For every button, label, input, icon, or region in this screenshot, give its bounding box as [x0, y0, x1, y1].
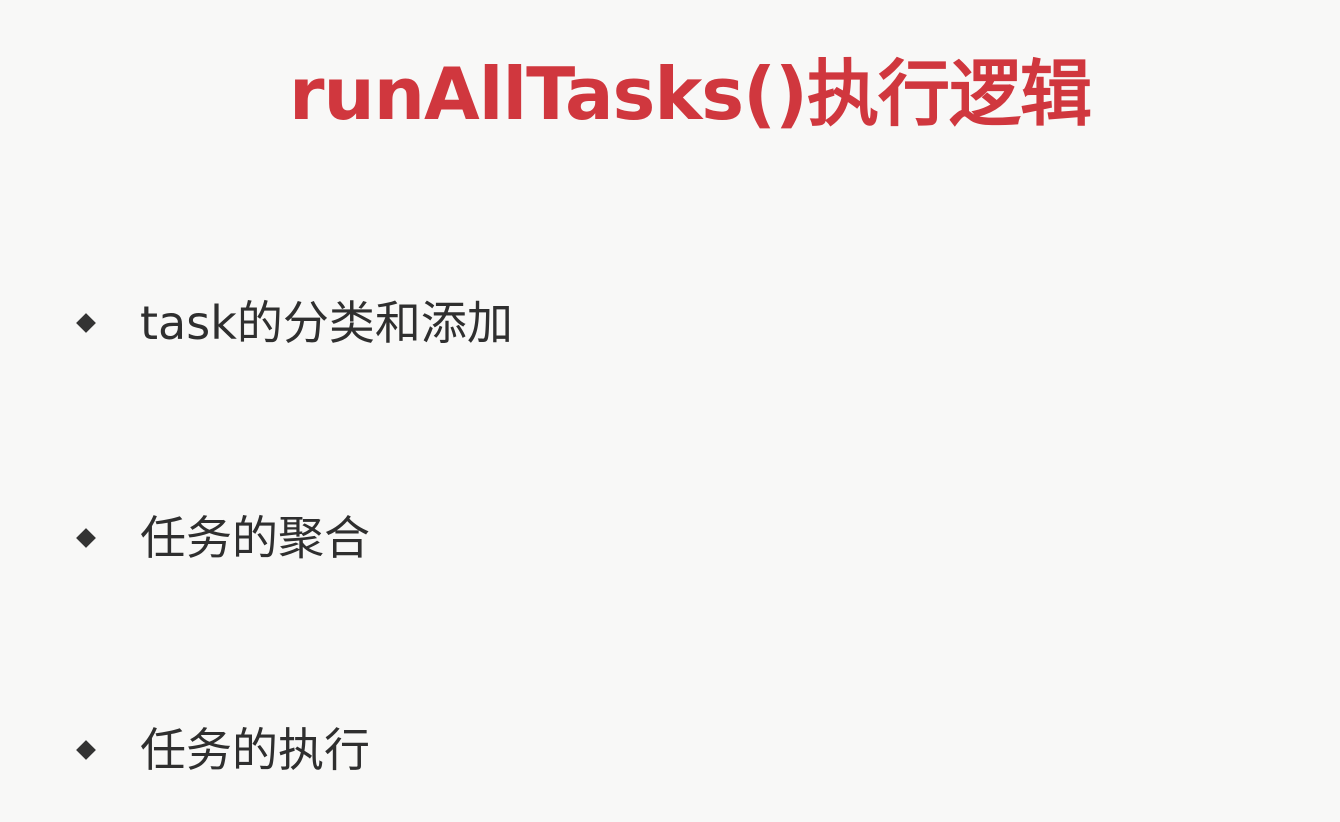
diamond-bullet-icon — [76, 740, 96, 760]
diamond-shape — [76, 528, 96, 548]
slide: runAllTasks()执行逻辑 task的分类和添加 任务的聚合 任务的执行 — [0, 0, 1340, 822]
list-item: 任务的执行 — [76, 720, 370, 780]
bullet-text: task的分类和添加 — [140, 296, 513, 350]
diamond-shape — [76, 313, 96, 333]
list-item: task的分类和添加 — [76, 293, 513, 353]
bullet-list: task的分类和添加 任务的聚合 任务的执行 — [0, 0, 1340, 822]
list-item: 任务的聚合 — [76, 508, 370, 568]
diamond-bullet-icon — [76, 528, 96, 548]
bullet-text: 任务的执行 — [140, 723, 370, 777]
diamond-shape — [76, 740, 96, 760]
diamond-bullet-icon — [76, 313, 96, 333]
bullet-text: 任务的聚合 — [140, 511, 370, 565]
